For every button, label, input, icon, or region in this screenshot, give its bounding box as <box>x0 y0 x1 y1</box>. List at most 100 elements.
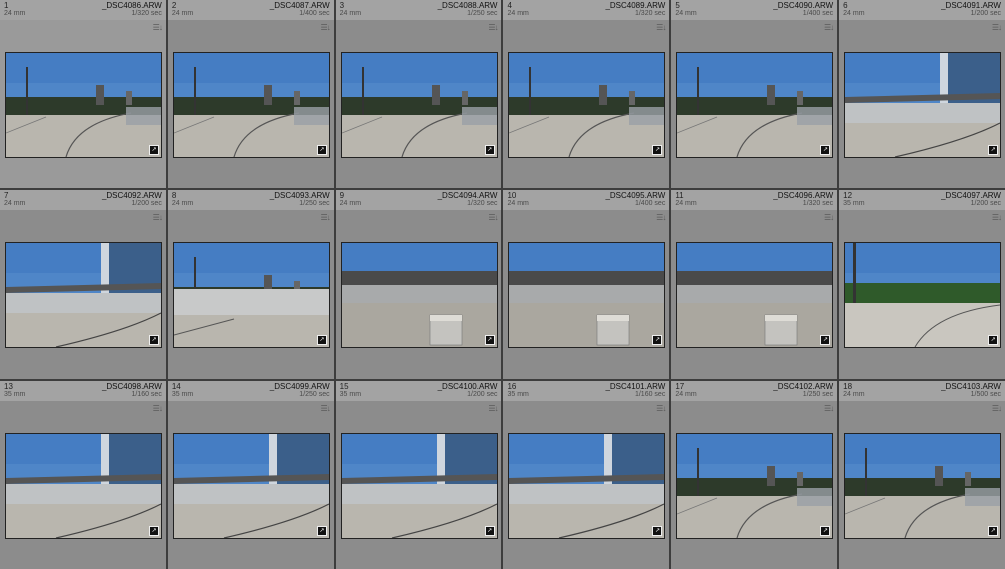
edit-badge-icon[interactable]: ↗ <box>652 335 663 346</box>
thumbnail-index: 13 <box>4 381 13 391</box>
edit-badge-icon[interactable]: ↗ <box>316 145 327 155</box>
flag-icon[interactable]: ☰↓ <box>320 23 330 32</box>
thumbnail-cell[interactable]: 16 _DSC4101.ARW 35 mm 1/160 sec ☰↓ ↗ <box>503 380 670 569</box>
thumbnail-shutter-speed: 1/160 sec <box>634 390 666 398</box>
flag-icon[interactable]: ☰↓ <box>153 404 163 413</box>
edit-badge-icon[interactable]: ↗ <box>652 145 663 155</box>
flag-icon[interactable]: ☰↓ <box>992 213 1002 222</box>
thumbnail-filename: _DSC4102.ARW <box>773 381 834 391</box>
edit-badge-icon[interactable]: ↗ <box>149 525 159 536</box>
edit-badge-icon[interactable]: ↗ <box>820 525 831 536</box>
thumbnail-shutter-speed: 1/250 sec <box>467 10 498 17</box>
flag-icon[interactable]: ☰↓ <box>824 213 834 222</box>
thumbnail-filename: _DSC4096.ARW <box>773 191 834 201</box>
flag-icon[interactable]: ☰↓ <box>992 404 1002 413</box>
thumbnail-cell[interactable]: 9 _DSC4094.ARW 24 mm 1/320 sec ☰↓ ↗ <box>335 190 502 379</box>
thumbnail-cell[interactable]: 11 _DSC4096.ARW 24 mm 1/320 sec ☰↓ ↗ <box>671 190 838 379</box>
edit-badge-icon[interactable]: ↗ <box>652 525 663 536</box>
thumbnail-image[interactable]: ↗ <box>676 242 834 349</box>
thumbnail-cell[interactable]: 6 _DSC4091.ARW 24 mm 1/200 sec ☰↓ ↗ <box>839 0 1005 189</box>
thumbnail-image[interactable]: ↗ <box>844 432 1002 539</box>
thumbnail-image[interactable]: ↗ <box>340 52 498 158</box>
thumbnail-cell[interactable]: 15 _DSC4100.ARW 35 mm 1/200 sec ☰↓ ↗ <box>335 380 502 569</box>
flag-icon[interactable]: ☰↓ <box>656 213 666 222</box>
thumbnail-image[interactable]: ↗ <box>172 242 330 349</box>
cell-header: 17 _DSC4102.ARW 24 mm 1/250 sec <box>671 380 838 401</box>
thumbnail-cell[interactable]: 3 _DSC4088.ARW 24 mm 1/250 sec ☰↓ ↗ <box>335 0 502 189</box>
flag-icon[interactable]: ☰↓ <box>656 404 666 413</box>
thumbnail-cell[interactable]: 4 _DSC4089.ARW 24 mm 1/320 sec ☰↓ ↗ <box>503 0 670 189</box>
edit-badge-icon[interactable]: ↗ <box>484 525 495 536</box>
cell-header: 1 _DSC4086.ARW 24 mm 1/320 sec <box>0 0 166 20</box>
edit-badge-icon[interactable]: ↗ <box>484 335 495 346</box>
thumbnail-cell[interactable]: 17 _DSC4102.ARW 24 mm 1/250 sec ☰↓ ↗ <box>671 380 838 569</box>
edit-badge-icon[interactable]: ↗ <box>988 145 999 155</box>
flag-icon[interactable]: ☰↓ <box>153 23 163 32</box>
thumbnail-image[interactable]: ↗ <box>508 242 666 349</box>
flag-icon[interactable]: ☰↓ <box>488 23 498 32</box>
thumbnail-cell[interactable]: 8 _DSC4093.ARW 24 mm 1/250 sec ☰↓ ↗ <box>167 190 334 379</box>
thumbnail-cell[interactable]: 13 _DSC4098.ARW 35 mm 1/160 sec ☰↓ ↗ <box>0 380 166 569</box>
thumbnail-cell[interactable]: 1 _DSC4086.ARW 24 mm 1/320 sec ☰↓ ↗ <box>0 0 166 189</box>
edit-badge-icon[interactable]: ↗ <box>316 525 327 536</box>
thumbnail-shutter-speed: 1/400 sec <box>299 10 330 17</box>
edit-badge-icon[interactable]: ↗ <box>988 525 999 536</box>
flag-icon[interactable]: ☰↓ <box>488 213 498 222</box>
edit-badge-icon[interactable]: ↗ <box>820 335 831 346</box>
thumbnail-image[interactable]: ↗ <box>5 242 162 349</box>
cell-header: 11 _DSC4096.ARW 24 mm 1/320 sec <box>671 190 838 211</box>
thumbnail-cell[interactable]: 10 _DSC4095.ARW 24 mm 1/400 sec ☰↓ ↗ <box>503 190 670 379</box>
thumbnail-filename: _DSC4099.ARW <box>269 381 330 391</box>
thumbnail-grid: 1 _DSC4086.ARW 24 mm 1/320 sec ☰↓ ↗ 2 _D… <box>0 0 1005 569</box>
thumbnail-cell[interactable]: 7 _DSC4092.ARW 24 mm 1/200 sec ☰↓ ↗ <box>0 190 166 379</box>
thumbnail-image[interactable]: ↗ <box>844 52 1002 158</box>
thumbnail-image[interactable]: ↗ <box>676 432 834 539</box>
cell-header: 15 _DSC4100.ARW 35 mm 1/200 sec <box>335 380 502 401</box>
flag-icon[interactable]: ☰↓ <box>824 404 834 413</box>
thumbnail-cell[interactable]: 5 _DSC4090.ARW 24 mm 1/400 sec ☰↓ ↗ <box>671 0 838 189</box>
flag-icon[interactable]: ☰↓ <box>320 404 330 413</box>
flag-icon[interactable]: ☰↓ <box>824 23 834 32</box>
photo-preview <box>677 53 833 157</box>
thumbnail-focal-length: 24 mm <box>843 390 865 398</box>
photo-preview <box>677 433 833 538</box>
thumbnail-filename: _DSC4097.ARW <box>941 191 1001 201</box>
flag-icon[interactable]: ☰↓ <box>320 213 330 222</box>
edit-badge-icon[interactable]: ↗ <box>820 145 831 155</box>
thumbnail-image[interactable]: ↗ <box>340 432 498 539</box>
thumbnail-index: 3 <box>339 1 345 10</box>
edit-badge-icon[interactable]: ↗ <box>484 145 495 155</box>
thumbnail-image[interactable]: ↗ <box>844 242 1002 349</box>
thumbnail-image[interactable]: ↗ <box>508 432 666 539</box>
edit-badge-icon[interactable]: ↗ <box>988 335 999 346</box>
thumbnail-image[interactable]: ↗ <box>172 52 330 158</box>
thumbnail-focal-length: 24 mm <box>4 200 26 208</box>
edit-badge-icon[interactable]: ↗ <box>316 335 327 346</box>
photo-preview <box>509 243 665 348</box>
thumbnail-cell[interactable]: 14 _DSC4099.ARW 35 mm 1/250 sec ☰↓ ↗ <box>167 380 334 569</box>
thumbnail-cell[interactable]: 12 _DSC4097.ARW 35 mm 1/200 sec ☰↓ ↗ <box>839 190 1005 379</box>
thumbnail-image[interactable]: ↗ <box>340 242 498 349</box>
flag-icon[interactable]: ☰↓ <box>153 213 163 222</box>
thumbnail-shutter-speed: 1/400 sec <box>634 200 666 208</box>
flag-icon[interactable]: ☰↓ <box>488 404 498 413</box>
cell-header: 2 _DSC4087.ARW 24 mm 1/400 sec <box>167 0 334 20</box>
photo-preview <box>341 243 497 348</box>
thumbnail-focal-length: 35 mm <box>507 390 529 398</box>
edit-badge-icon[interactable]: ↗ <box>149 145 159 155</box>
flag-icon[interactable]: ☰↓ <box>656 23 666 32</box>
thumbnail-index: 18 <box>843 381 853 391</box>
thumbnail-image[interactable]: ↗ <box>5 432 162 539</box>
thumbnail-cell[interactable]: 18 _DSC4103.ARW 24 mm 1/500 sec ☰↓ ↗ <box>839 380 1005 569</box>
cell-header: 8 _DSC4093.ARW 24 mm 1/250 sec <box>167 190 334 211</box>
thumbnail-image[interactable]: ↗ <box>676 52 834 158</box>
thumbnail-cell[interactable]: 2 _DSC4087.ARW 24 mm 1/400 sec ☰↓ ↗ <box>167 0 334 189</box>
thumbnail-index: 9 <box>339 191 345 201</box>
edit-badge-icon[interactable]: ↗ <box>149 335 159 346</box>
flag-icon[interactable]: ☰↓ <box>992 23 1002 32</box>
thumbnail-image[interactable]: ↗ <box>508 52 666 158</box>
photo-preview <box>173 243 329 348</box>
cell-header: 10 _DSC4095.ARW 24 mm 1/400 sec <box>503 190 670 211</box>
thumbnail-image[interactable]: ↗ <box>172 432 330 539</box>
thumbnail-image[interactable]: ↗ <box>5 52 162 158</box>
